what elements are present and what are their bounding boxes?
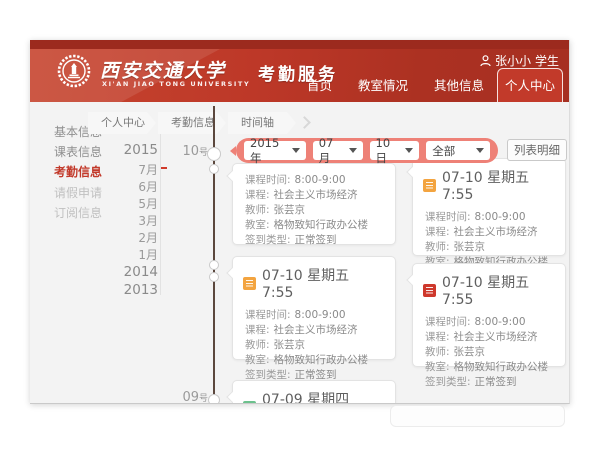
timeline-nav-jan[interactable]: 1月	[116, 246, 158, 263]
sidebar-item-timetable[interactable]: 课表信息	[54, 143, 102, 160]
nav-tab-personal-center[interactable]: 个人中心	[497, 68, 563, 102]
attendance-card[interactable]: 07-10 星期五 7:55 课程时间:8:00-9:00 课程:社会主义市场经…	[412, 263, 566, 367]
card-title: 07-09 星期四 7:55	[262, 389, 385, 404]
user-info[interactable]: 张小小 学生	[480, 52, 559, 69]
nav-item-other-info[interactable]: 其他信息	[434, 75, 484, 94]
timeline-nav-feb[interactable]: 2月	[116, 229, 158, 246]
chevron-down-icon	[349, 148, 357, 153]
timeline-node-small	[208, 394, 220, 404]
header: 西安交通大学 XI'AN JIAO TONG UNIVERSITY 考勤服务 张…	[30, 49, 569, 102]
chevron-down-icon	[292, 148, 300, 153]
user-name: 张小小	[495, 52, 531, 69]
user-icon	[480, 55, 491, 67]
timeline-nav-2014[interactable]: 2014	[116, 264, 158, 280]
month-select[interactable]: 07月	[313, 141, 363, 160]
status-icon-green	[243, 401, 256, 405]
timeline-node-large	[207, 147, 221, 161]
chevron-right-icon	[298, 116, 311, 129]
timeline-day-10: 10号	[174, 144, 208, 159]
selected-month-marker	[161, 167, 167, 169]
breadcrumb-timeline[interactable]: 时间轴	[228, 112, 296, 134]
card-title: 07-10 星期五 7:55	[262, 265, 385, 301]
status-icon-orange	[423, 179, 436, 192]
app-window: 西安交通大学 XI'AN JIAO TONG UNIVERSITY 考勤服务 张…	[30, 40, 570, 404]
timeline-nav-may[interactable]: 5月	[116, 195, 158, 212]
timeline-nav-2015[interactable]: 2015	[116, 142, 158, 158]
chevron-down-icon	[405, 148, 413, 153]
card-title: 07-10 星期五 7:55	[442, 272, 555, 308]
header-top-stripe	[30, 40, 569, 49]
timeline-node-small	[209, 164, 219, 174]
attendance-card[interactable]: 课程时间:8:00-9:00 课程:社会主义市场经济 教师:张芸京 教室:格物致…	[232, 163, 396, 245]
page: 西安交通大学 XI'AN JIAO TONG UNIVERSITY 考勤服务 张…	[0, 0, 600, 450]
timeline-nav-mar[interactable]: 3月	[116, 212, 158, 229]
chevron-down-icon	[476, 148, 484, 153]
main-nav: 首页 教室情况 其他信息 个人中心	[294, 68, 563, 102]
breadcrumb-attendance[interactable]: 考勤信息	[158, 112, 226, 134]
nav-item-home[interactable]: 首页	[307, 75, 332, 94]
university-logo-icon	[57, 54, 91, 88]
sidebar-divider	[160, 115, 161, 295]
timeline-day-09: 09号	[174, 390, 208, 404]
breadcrumb-personal-center[interactable]: 个人中心	[88, 112, 156, 134]
day-select[interactable]: 10日	[370, 141, 420, 160]
status-icon-red	[423, 284, 436, 297]
timeline-node-small	[209, 272, 219, 282]
attendance-card[interactable]: 07-10 星期五 7:55 课程时间:8:00-9:00 课程:社会主义市场经…	[232, 256, 396, 360]
type-select[interactable]: 全部	[426, 141, 490, 160]
timeline-nav-2013[interactable]: 2013	[116, 282, 158, 298]
partial-next-card	[390, 405, 565, 427]
list-detail-button[interactable]: 列表明细	[507, 139, 567, 161]
sidebar-item-subscription[interactable]: 订阅信息	[54, 204, 102, 221]
university-name-en: XI'AN JIAO TONG UNIVERSITY	[102, 80, 250, 88]
attendance-card[interactable]: 07-09 星期四 7:55	[232, 380, 396, 404]
timeline-node-small	[209, 260, 219, 270]
nav-item-classrooms[interactable]: 教室情况	[358, 75, 408, 94]
year-select[interactable]: 2015年	[244, 141, 306, 160]
university-name-cn: 西安交通大学	[100, 56, 226, 83]
status-icon-orange	[243, 277, 256, 290]
card-title: 07-10 星期五 7:55	[442, 167, 555, 203]
user-role: 学生	[535, 52, 559, 69]
sidebar-item-attendance[interactable]: 考勤信息	[54, 163, 102, 180]
filter-bar: 2015年 07月 10日 全部	[236, 138, 498, 163]
attendance-card[interactable]: 07-10 星期五 7:55 课程时间:8:00-9:00 课程:社会主义市场经…	[412, 158, 566, 256]
timeline-nav-jun[interactable]: 6月	[116, 178, 158, 195]
sidebar-item-leave-request[interactable]: 请假申请	[54, 184, 102, 201]
timeline-nav-jul[interactable]: 7月	[116, 161, 158, 178]
